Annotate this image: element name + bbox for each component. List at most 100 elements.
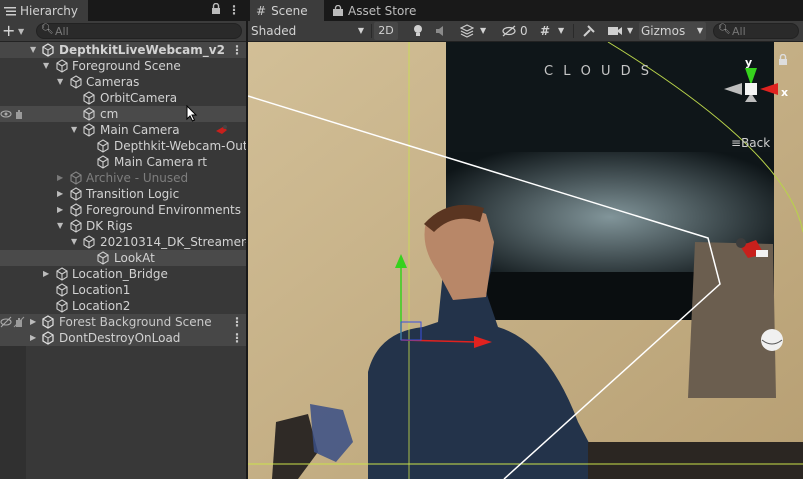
search-icon: 🔍︎ (41, 24, 54, 35)
tree-row-location2[interactable]: Location2 (0, 298, 246, 314)
scene-panel: # Scene Asset Store Shaded ▼ 2D ▼ 0 # ▼ … (248, 0, 803, 479)
effects-dropdown[interactable]: ▼ (456, 22, 490, 40)
mode-2d-label: 2D (378, 24, 394, 37)
tab-hierarchy[interactable]: Hierarchy (0, 0, 88, 21)
tree-row-lookat[interactable]: LookAt (0, 250, 246, 266)
unity-scene-icon (41, 330, 55, 346)
tree-row-forest-background-scene[interactable]: ▶ Forest Background Scene ⋮ (0, 314, 246, 330)
tree-row-label: Foreground Environments (86, 203, 242, 217)
toolbar-separator (573, 24, 574, 38)
tree-row-dontdestroyonload[interactable]: ▶ DontDestroyOnLoad ⋮ (0, 330, 246, 346)
scene-viewport[interactable]: C L O U D S y x ≡Back (248, 42, 803, 479)
tree-row-dk-streamer[interactable]: ▼ 20210314_DK_Streamer-5 (0, 234, 246, 250)
toolbar-separator (371, 24, 372, 38)
gameobject-cube-icon (69, 186, 83, 202)
scene-menu-icon[interactable]: ⋮ (231, 314, 243, 330)
expand-arrow-icon[interactable]: ▼ (57, 218, 63, 234)
hidden-objects-toggle[interactable]: 0 (498, 22, 534, 40)
hierarchy-search-field[interactable]: 🔍︎ (36, 23, 242, 39)
speaker-icon (436, 26, 443, 36)
tree-row-transition-logic[interactable]: ▶ Transition Logic (0, 186, 246, 202)
tree-row-label: Main Camera rt (114, 155, 208, 169)
expand-arrow-icon[interactable]: ▼ (71, 234, 77, 250)
dropdown-arrow-icon: ▼ (558, 26, 565, 35)
expand-arrow-icon[interactable]: ▼ (30, 42, 36, 58)
gizmo-lock-icon[interactable] (778, 54, 788, 66)
scene-toolbar: Shaded ▼ 2D ▼ 0 # ▼ ▼ Gizmos ▼ 🔍︎ All (248, 21, 803, 42)
shading-mode-dropdown[interactable]: Shaded ▼ (251, 22, 368, 40)
pickable-disabled-icon[interactable] (13, 314, 27, 330)
mode-2d-toggle[interactable]: 2D (374, 22, 398, 40)
tree-row-cm[interactable]: cm (0, 106, 246, 122)
orientation-gizmo[interactable]: y x ≡Back (716, 56, 788, 150)
tree-row-label: Location2 (72, 299, 131, 313)
tree-row-cameras[interactable]: ▼ Cameras (0, 74, 246, 90)
scene-tab-label: Scene (271, 3, 308, 18)
gizmo-back-button[interactable]: ≡Back (731, 136, 770, 150)
gameobject-cube-icon (96, 138, 110, 154)
camera-settings-dropdown[interactable]: ▼ (605, 22, 637, 40)
gameobject-cube-icon (55, 58, 69, 74)
tree-row-main-camera[interactable]: ▼ Main Camera (0, 122, 246, 138)
tree-row-label: Archive - Unused (86, 171, 189, 185)
tree-row-dk-rigs[interactable]: ▼ DK Rigs (0, 218, 246, 234)
axis-cone-icon (724, 68, 778, 102)
tree-row-depthkit-webcam-output[interactable]: Depthkit-Webcam-Outp (0, 138, 246, 154)
expand-arrow-icon[interactable]: ▼ (71, 122, 77, 138)
gameobject-cube-icon (55, 266, 69, 282)
dropdown-arrow-icon: ▼ (696, 26, 703, 35)
lighting-toggle[interactable] (408, 22, 428, 40)
create-dropdown-icon[interactable]: ▼ (18, 27, 24, 36)
tree-row-label: Foreground Scene (72, 59, 181, 73)
gameobject-cube-icon (55, 298, 69, 314)
collapse-arrow-icon[interactable]: ▶ (57, 170, 63, 186)
collapse-arrow-icon[interactable]: ▶ (43, 266, 49, 282)
tree-row-main-camera-rt[interactable]: Main Camera rt (0, 154, 246, 170)
audio-toggle[interactable] (432, 22, 452, 40)
gameobject-cube-icon (69, 170, 83, 186)
gizmos-dropdown[interactable]: Gizmos ▼ (639, 22, 706, 40)
pickable-hand-icon[interactable] (13, 106, 27, 122)
scene-grid-icon: # (256, 3, 267, 18)
tree-row-label: Location_Bridge (72, 267, 168, 281)
collapse-arrow-icon[interactable]: ▶ (57, 202, 63, 218)
visibility-hidden-eye-icon[interactable] (0, 314, 14, 330)
tree-row-label: 20210314_DK_Streamer-5 (100, 235, 246, 249)
tools-toggle[interactable] (578, 22, 600, 40)
tree-row-foreground-scene[interactable]: ▼ Foreground Scene (0, 58, 246, 74)
lock-icon[interactable] (211, 2, 221, 18)
collapse-arrow-icon[interactable]: ▶ (30, 314, 36, 330)
tree-row-orbitcamera[interactable]: OrbitCamera (0, 90, 246, 106)
tree-row-label: DontDestroyOnLoad (59, 331, 181, 345)
scene-menu-icon[interactable]: ⋮ (231, 42, 243, 58)
gameobject-cube-icon (82, 234, 96, 250)
tree-row-location-bridge[interactable]: ▶ Location_Bridge (0, 266, 246, 282)
hierarchy-panel: Hierarchy ⋮ + ▼ 🔍︎ ▼ DepthkitLiveWebcam_… (0, 0, 246, 479)
expand-arrow-icon[interactable]: ▼ (43, 58, 49, 74)
visibility-eye-icon[interactable] (0, 106, 14, 122)
panel-menu-icon[interactable]: ⋮ (228, 3, 240, 17)
hamburger-icon: ≡ (731, 136, 742, 150)
unity-scene-icon (41, 314, 55, 330)
tree-row-label: Main Camera (100, 123, 180, 137)
tab-asset-store[interactable]: Asset Store (332, 0, 416, 21)
collapse-arrow-icon[interactable]: ▶ (57, 186, 63, 202)
tree-row-foreground-environments[interactable]: ▶ Foreground Environments (0, 202, 246, 218)
tree-row-location1[interactable]: Location1 (0, 282, 246, 298)
tab-scene[interactable]: # Scene (250, 0, 324, 21)
tree-row-depthkitlivewebcam[interactable]: ▼ DepthkitLiveWebcam_v2 ⋮ (0, 42, 246, 58)
hidden-count: 0 (520, 24, 528, 38)
grid-dropdown[interactable]: # ▼ (536, 22, 570, 40)
scene-menu-icon[interactable]: ⋮ (231, 330, 243, 346)
scene-search-input[interactable] (732, 24, 794, 38)
create-button[interactable]: + (2, 22, 15, 40)
expand-arrow-icon[interactable]: ▼ (57, 74, 63, 90)
collapse-arrow-icon[interactable]: ▶ (30, 330, 36, 346)
scene-search-field[interactable]: 🔍︎ (713, 23, 799, 39)
asset-store-tab-label: Asset Store (348, 3, 417, 18)
hierarchy-search-input[interactable] (55, 24, 235, 38)
tree-row-archive-unused[interactable]: ▶ Archive - Unused (0, 170, 246, 186)
unity-scene-icon (41, 42, 55, 58)
camera-icon (608, 27, 622, 35)
gameobject-cube-icon (96, 154, 110, 170)
